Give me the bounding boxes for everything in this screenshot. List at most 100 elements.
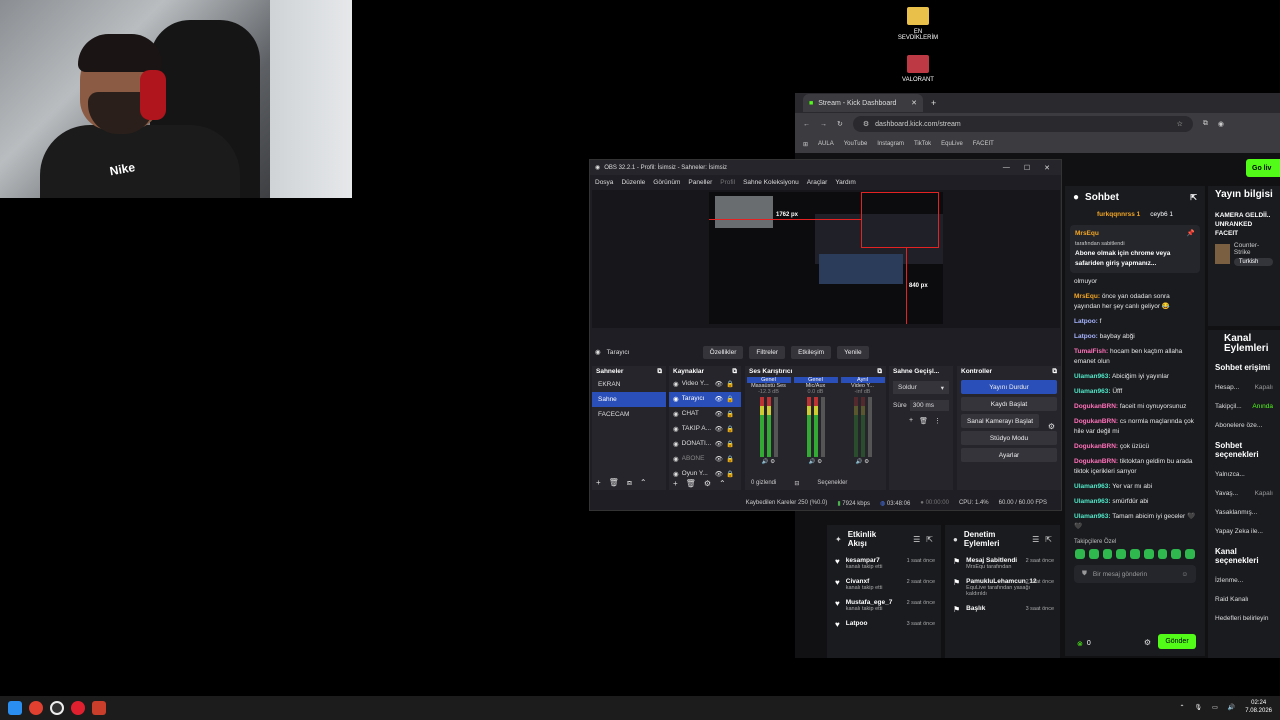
refresh-button[interactable]: Yenile bbox=[837, 345, 869, 359]
new-tab-icon[interactable]: + bbox=[931, 98, 936, 108]
source-item[interactable]: ◉ Video Y... 👁 🔒 bbox=[669, 377, 741, 392]
add-icon[interactable]: + bbox=[673, 479, 678, 488]
add-icon[interactable]: + bbox=[909, 417, 913, 425]
emote-icon[interactable] bbox=[1171, 549, 1182, 559]
setting-row[interactable]: Yapay Zeka ile... bbox=[1208, 522, 1280, 541]
setting-value[interactable]: Anında bbox=[1252, 403, 1273, 410]
lock-icon[interactable]: 🔒 bbox=[726, 380, 734, 389]
windows-start-icon[interactable] bbox=[8, 701, 22, 715]
menu-item-yard-m[interactable]: Yardım bbox=[835, 179, 855, 186]
menu-item-ara-lar[interactable]: Araçlar bbox=[807, 179, 828, 186]
pin-icon[interactable]: 📌 bbox=[1187, 229, 1195, 239]
gear-icon[interactable]: ⚙ bbox=[704, 479, 711, 488]
settings-gear-icon[interactable]: ⚙ bbox=[1144, 638, 1151, 647]
more-icon[interactable]: ⋮ bbox=[934, 417, 941, 425]
bookmark-aula[interactable]: AULA bbox=[818, 141, 834, 147]
popout-icon[interactable]: ⇱ bbox=[1190, 193, 1197, 202]
forward-icon[interactable]: → bbox=[820, 121, 827, 128]
go-live-button[interactable]: Go liv bbox=[1246, 159, 1280, 177]
bookmark-equlive[interactable]: EquLive bbox=[941, 141, 963, 147]
lock-icon[interactable]: 🔒 bbox=[726, 395, 734, 404]
studio-mode-button[interactable]: Stüdyo Modu bbox=[961, 431, 1057, 445]
network-icon[interactable]: ▭ bbox=[1212, 704, 1218, 711]
chat-username[interactable]: Latpoo: bbox=[1074, 318, 1098, 325]
lock-icon[interactable]: 🔒 bbox=[726, 455, 734, 464]
mixer-options-button[interactable]: Seçenekler bbox=[817, 480, 847, 487]
interact-button[interactable]: Etkileşim bbox=[791, 345, 832, 359]
chevron-up-icon[interactable]: ⌃ bbox=[1179, 704, 1184, 711]
stop-stream-button[interactable]: Yayını Durdur bbox=[961, 380, 1057, 394]
chat-input[interactable]: ⛊ Bir mesaj gönderin ☺ bbox=[1074, 565, 1196, 583]
desktop-icon-folder[interactable]: EN SEVDİKLERİM bbox=[888, 7, 948, 41]
setting-row[interactable]: Yasaklanmış... bbox=[1208, 503, 1280, 522]
lock-icon[interactable]: 🔒 bbox=[726, 470, 734, 479]
chat-username[interactable]: DogukanBRN: bbox=[1074, 443, 1118, 450]
eye-icon[interactable]: 👁 bbox=[715, 395, 723, 404]
desktop-icon-valorant[interactable]: VALORANT bbox=[888, 55, 948, 83]
source-item[interactable]: ◉ TAKİP A... 👁 🔒 bbox=[669, 422, 741, 437]
bookmark-star-icon[interactable]: ☆ bbox=[1177, 120, 1183, 128]
menu-item-sahne-koleksiyonu[interactable]: Sahne Koleksiyonu bbox=[743, 179, 799, 186]
close-icon[interactable]: ✕ bbox=[911, 99, 917, 107]
emote-icon[interactable] bbox=[1143, 549, 1154, 559]
minimize-icon[interactable]: — bbox=[1003, 164, 1010, 172]
mute-icon[interactable]: 🔊 ⚙ bbox=[747, 459, 791, 465]
maximize-icon[interactable]: ☐ bbox=[1024, 164, 1030, 172]
apps-icon[interactable]: ⊞ bbox=[803, 141, 808, 148]
bookmark-youtube[interactable]: YouTube bbox=[844, 141, 868, 147]
reload-icon[interactable]: ↻ bbox=[837, 120, 843, 128]
lock-icon[interactable]: 🔒 bbox=[726, 410, 734, 419]
tab-kick-dashboard[interactable]: ■ Stream - Kick Dashboard ✕ bbox=[803, 94, 923, 112]
activity-item[interactable]: ♥ Civanxf kanalı takip etti 2 saat önce bbox=[827, 574, 941, 595]
dock-menu-icon[interactable]: ⧉ bbox=[657, 368, 662, 375]
setting-row[interactable]: Takipçil... Anında bbox=[1208, 397, 1280, 416]
setting-value[interactable]: Kapalı bbox=[1255, 384, 1273, 391]
bookmark-instagram[interactable]: Instagram bbox=[877, 141, 904, 147]
source-item[interactable]: ◉ DONATI... 👁 🔒 bbox=[669, 437, 741, 452]
back-icon[interactable]: ← bbox=[803, 121, 810, 128]
mic-icon[interactable]: 🎙 bbox=[1195, 704, 1203, 711]
setting-row[interactable]: Hesap... Kapalı bbox=[1208, 378, 1280, 397]
duration-input[interactable]: 300 ms bbox=[909, 400, 949, 411]
filter-icon[interactable]: ☰ bbox=[913, 535, 920, 544]
moderation-item[interactable]: ⚑ Başlık 3 saat önce bbox=[945, 601, 1060, 618]
chat-username[interactable]: Ulaman963: bbox=[1074, 498, 1111, 505]
preview-canvas[interactable]: 1762 px 840 px bbox=[709, 192, 943, 324]
setting-row[interactable]: Raid Kanalı bbox=[1208, 590, 1280, 609]
chat-username[interactable]: MrsEqu: bbox=[1074, 293, 1100, 300]
setting-row[interactable]: Yalnızca... bbox=[1208, 465, 1280, 484]
setting-row[interactable]: Abonelere öze... bbox=[1208, 416, 1280, 435]
mute-icon[interactable]: 🔊 ⚙ bbox=[794, 459, 838, 465]
up-icon[interactable]: ⌃ bbox=[640, 478, 647, 488]
extensions-icon[interactable]: ⧉ bbox=[1203, 120, 1208, 128]
chat-username[interactable]: Ulaman963: bbox=[1074, 483, 1111, 490]
trash-icon[interactable]: 🗑 bbox=[609, 478, 619, 488]
menu-item-dosya[interactable]: Dosya bbox=[595, 179, 613, 186]
moderation-item[interactable]: ⚑ PamukluLehamcun_12 EquLive tarafından ya… bbox=[945, 574, 1060, 601]
popout-icon[interactable]: ⇱ bbox=[1045, 535, 1052, 544]
trash-icon[interactable]: 🗑 bbox=[919, 417, 928, 425]
virtual-camera-settings-icon[interactable]: ⚙ bbox=[1048, 422, 1055, 431]
emote-icon[interactable] bbox=[1116, 549, 1127, 559]
transition-select[interactable]: Soldur ▾ bbox=[893, 381, 949, 394]
scene-item[interactable]: FACECAM bbox=[592, 407, 666, 422]
url-field[interactable]: ⚙ dashboard.kick.com/stream ☆ bbox=[852, 116, 1193, 132]
send-button[interactable]: Gönder bbox=[1158, 634, 1196, 649]
youtube-music-icon[interactable] bbox=[71, 701, 85, 715]
emote-icon[interactable] bbox=[1157, 549, 1168, 559]
eye-icon[interactable]: 👁 bbox=[715, 455, 723, 464]
eye-icon[interactable]: 👁 bbox=[715, 440, 723, 449]
volume-icon[interactable]: 🔊 bbox=[1228, 704, 1235, 711]
source-item[interactable]: ◉ Tarayıcı 👁 🔒 bbox=[669, 392, 741, 407]
dock-menu-icon[interactable]: ⧉ bbox=[732, 368, 737, 375]
scene-item[interactable]: Sahne bbox=[592, 392, 666, 407]
eye-icon[interactable]: 👁 bbox=[715, 380, 723, 389]
start-recording-button[interactable]: Kaydı Başlat bbox=[961, 397, 1057, 411]
bookmark-faceit[interactable]: FACEIT bbox=[973, 141, 994, 147]
filter-icon[interactable]: ⧈ bbox=[627, 478, 632, 488]
mixer-layout-icon[interactable]: ⊟ bbox=[794, 480, 799, 487]
pinned-message[interactable]: MrsEqu 📌 tarafından sabitlendi Abone olm… bbox=[1070, 225, 1200, 273]
chat-username[interactable]: DogukanBRN: bbox=[1074, 403, 1118, 410]
menu-item-g-r-n-m[interactable]: Görünüm bbox=[653, 179, 680, 186]
dock-menu-icon[interactable]: ⧉ bbox=[877, 368, 882, 375]
